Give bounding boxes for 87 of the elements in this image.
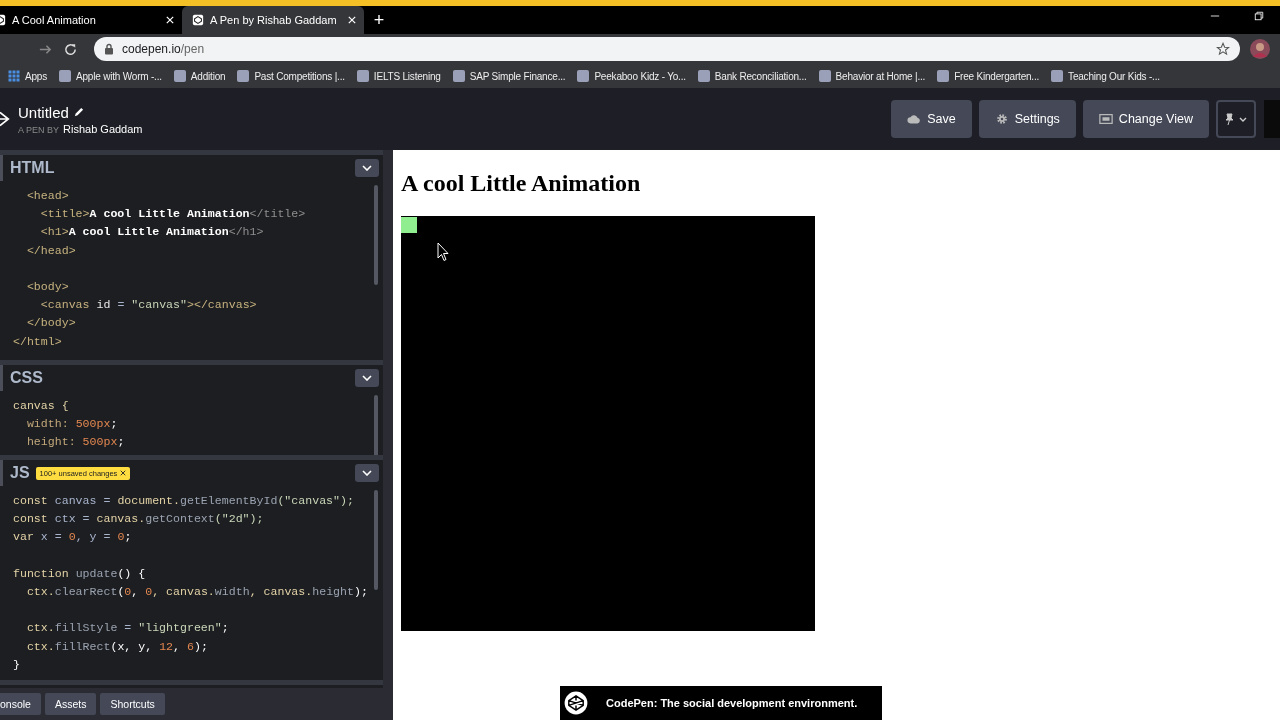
code-line: var x = 0, y = 0;	[13, 530, 132, 544]
browser-tab[interactable]: A Cool Animation	[0, 6, 182, 34]
favicon-icon	[1051, 70, 1064, 82]
favicon-icon	[577, 70, 590, 82]
favicon-icon	[356, 70, 369, 82]
moving-square	[401, 217, 417, 233]
browser-tab[interactable]: A Pen by Rishab Gaddam	[182, 6, 364, 34]
author-link[interactable]: Rishab Gaddam	[63, 122, 143, 135]
editor-title: CSS	[10, 369, 43, 387]
code-line: <title>A cool Little Animation</title>	[39, 207, 306, 221]
pen-logo-icon	[192, 14, 204, 26]
url-text: codepen.io/pen	[122, 42, 205, 56]
bookmark[interactable]: Free Kindergarten...	[937, 70, 1040, 82]
pen-logo-icon	[564, 691, 588, 715]
bookmark[interactable]: Bank Reconciliation...	[697, 70, 807, 82]
favicon-icon	[452, 70, 465, 82]
scrollbar[interactable]	[374, 185, 378, 285]
toast-text: CodePen: The social development environment.	[606, 697, 858, 709]
bookmark[interactable]: Addition	[173, 70, 226, 82]
code-line: </html>	[13, 334, 62, 348]
favicon-icon	[173, 70, 186, 82]
bookmark[interactable]: Teaching Our Kids -...	[1051, 70, 1160, 82]
pencil-icon[interactable]	[72, 106, 84, 118]
new-tab-button[interactable]: +	[364, 6, 394, 34]
dropdown-button[interactable]	[355, 369, 379, 387]
bookmark[interactable]: Apple with Worm -...	[59, 70, 162, 82]
pin-button[interactable]	[1216, 100, 1256, 138]
caret-icon	[362, 375, 372, 381]
caret-icon	[362, 165, 372, 171]
caret-icon	[362, 470, 372, 476]
code-line: </body>	[25, 316, 76, 330]
bookmark[interactable]: SAP Simple Finance...	[452, 70, 566, 82]
footer-tab[interactable]: Assets	[44, 693, 97, 715]
bookmark[interactable]: Peekaboo Kidz - Yo...	[577, 70, 686, 82]
dropdown-button[interactable]	[355, 464, 379, 482]
code-line: height: 500px;	[25, 435, 125, 449]
code-line: ctx.fillRect(x, y, 12, 6);	[25, 639, 208, 653]
code-line: canvas {	[13, 399, 69, 412]
code-line: <head>	[25, 189, 69, 202]
restore-icon[interactable]	[1254, 11, 1264, 21]
code-line: const ctx = canvas.getContext("2d");	[13, 512, 264, 526]
favicon-icon	[59, 70, 71, 82]
caret-icon	[1239, 116, 1247, 122]
code-line: ctx.fillStyle = "lightgreen";	[25, 621, 229, 635]
code-line: }	[13, 657, 20, 671]
save-button[interactable]: Save	[891, 100, 972, 138]
favicon-icon	[818, 70, 831, 82]
favicon-icon	[237, 70, 250, 82]
apps-grid-icon	[8, 70, 20, 82]
code-line: width: 500px;	[25, 417, 118, 431]
bookmark[interactable]: IELTS Listening	[356, 70, 441, 82]
code-line: ctx.clearRect(0, 0, canvas.width, canvas.height);	[25, 584, 368, 598]
monitor-icon	[1098, 113, 1113, 125]
code-line: function update() {	[13, 566, 146, 580]
close-icon[interactable]	[166, 16, 174, 24]
resize-handle[interactable]	[383, 150, 393, 720]
close-icon[interactable]	[348, 16, 356, 24]
bookmark[interactable]: Apps	[8, 70, 47, 82]
gear-icon	[994, 113, 1009, 125]
bookmark[interactable]: Behavior at Home |...	[818, 70, 926, 82]
change-view-button[interactable]: Change View	[1082, 100, 1209, 138]
editor-title: HTML	[10, 159, 55, 177]
favicon-icon	[937, 70, 950, 82]
pin-icon	[1225, 112, 1235, 126]
code-line: <body>	[25, 279, 69, 293]
code-line: const canvas = document.getElementById("canvas");	[13, 494, 354, 507]
lock-icon	[104, 43, 114, 55]
code-line: </head>	[25, 243, 76, 257]
mouse-pointer-icon	[437, 242, 449, 262]
byline-label: A PEN BY	[18, 124, 60, 135]
address-bar[interactable]: codepen.io/pen	[94, 37, 1240, 61]
editor-title: JS	[10, 464, 30, 482]
code-line: <h1>A cool Little Animation</h1>	[39, 225, 264, 239]
footer-tab[interactable]: Shortcuts	[100, 693, 165, 715]
favicon-icon	[697, 70, 710, 82]
footer-tab[interactable]: onsole	[0, 693, 41, 715]
page-heading: A cool Little Animation	[401, 169, 642, 198]
pen-title[interactable]: Untitled	[18, 103, 69, 121]
reload-icon[interactable]	[63, 41, 78, 57]
bookmark[interactable]: Past Competitions |...	[237, 70, 345, 82]
avatar-icon[interactable]	[1250, 39, 1270, 59]
star-icon[interactable]	[1216, 42, 1230, 56]
cloud-icon	[907, 113, 922, 125]
scrollbar[interactable]	[374, 490, 378, 590]
code-line: <canvas id = "canvas"></canvas>	[39, 298, 257, 312]
dropdown-button[interactable]	[355, 159, 379, 177]
settings-button[interactable]: Settings	[978, 100, 1076, 138]
